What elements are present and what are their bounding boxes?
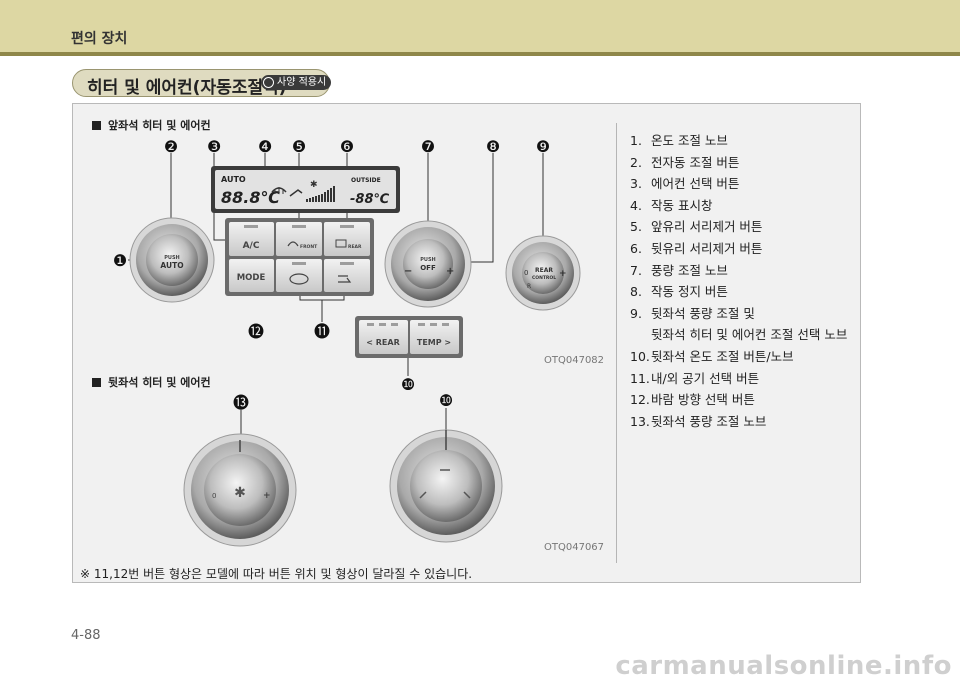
svg-text:FRONT: FRONT bbox=[300, 244, 318, 250]
display-outside: OUTSIDE bbox=[351, 177, 381, 184]
callout-2: ❷ bbox=[164, 137, 178, 156]
minus-icon: − bbox=[404, 266, 412, 277]
callout-12: ⓬ bbox=[248, 322, 264, 341]
list-item: 10. 뒷좌석 온도 조절 버튼/노브 bbox=[630, 348, 794, 364]
button-mode[interactable]: MODE bbox=[229, 259, 274, 292]
list-item: 5. 앞유리 서리제거 버튼 bbox=[630, 219, 763, 235]
zero-mark: 0 bbox=[212, 492, 216, 500]
page-number: 4-88 bbox=[71, 628, 101, 643]
button-rear-temp[interactable]: TEMP > bbox=[410, 320, 459, 354]
callout-5: ❺ bbox=[292, 137, 306, 156]
display-temp: 88.8℃ bbox=[221, 188, 280, 207]
svg-text:0: 0 bbox=[524, 269, 528, 277]
svg-text:MODE: MODE bbox=[237, 273, 266, 283]
plus-icon: + bbox=[559, 269, 567, 279]
callout-11: ⓫ bbox=[314, 322, 330, 341]
button-air-intake[interactable] bbox=[276, 259, 322, 292]
legend-list: 1. 온도 조절 노브 2. 전자동 조절 버튼 3. 에어컨 선택 버튼 4.… bbox=[630, 130, 855, 432]
callout-4: ❹ bbox=[258, 137, 272, 156]
callout-1: ❶ bbox=[113, 251, 127, 270]
callout-9: ❾ bbox=[536, 137, 550, 156]
button-fresh-air[interactable] bbox=[324, 259, 370, 292]
svg-text:< REAR: < REAR bbox=[366, 338, 399, 347]
list-item: 13. 뒷좌석 풍량 조절 노브 bbox=[630, 413, 767, 429]
list-item: 1. 온도 조절 노브 bbox=[630, 133, 728, 148]
list-item: 8. 작동 정지 버튼 bbox=[630, 284, 728, 300]
button-ac[interactable]: A/C bbox=[229, 222, 274, 256]
svg-text:AUTO: AUTO bbox=[160, 261, 183, 270]
svg-text:TEMP >: TEMP > bbox=[417, 338, 451, 347]
button-front-defrost[interactable]: FRONT bbox=[276, 222, 322, 256]
display-outside-temp: -88℃ bbox=[350, 192, 389, 207]
svg-text:REAR: REAR bbox=[535, 267, 553, 274]
callout-3: ❸ bbox=[207, 137, 221, 156]
list-item: 7. 풍량 조절 노브 bbox=[630, 262, 728, 278]
list-item: 뒷좌석 히터 및 에어컨 조절 선택 노브 bbox=[650, 327, 848, 343]
rear-control-knob[interactable]: REAR CONTROL 0 R + bbox=[505, 235, 581, 311]
list-item: 11. 내/외 공기 선택 버튼 bbox=[630, 370, 760, 386]
callout-10-rear: ❿ bbox=[439, 391, 453, 410]
display-auto: AUTO bbox=[221, 175, 246, 184]
svg-text:OFF: OFF bbox=[420, 264, 436, 272]
fan-icon: ✱ bbox=[234, 485, 246, 501]
footnote: ※ 11,12번 버튼 형상은 모델에 따라 버튼 위치 및 형상이 달라질 수… bbox=[80, 567, 473, 581]
callout-10-front: ❿ bbox=[401, 375, 415, 394]
svg-text:PUSH: PUSH bbox=[420, 257, 436, 263]
rear-temp-knob[interactable] bbox=[389, 429, 503, 543]
rear-fan-knob[interactable]: ✱ 0 + bbox=[183, 433, 297, 547]
plus-icon: + bbox=[446, 266, 454, 277]
callout-6: ❻ bbox=[340, 137, 354, 156]
watermark: carmanualsonline.info bbox=[615, 651, 952, 681]
svg-text:CONTROL: CONTROL bbox=[532, 275, 556, 281]
fan-display-icon: ✱ bbox=[310, 180, 318, 190]
plus-icon: + bbox=[263, 491, 271, 501]
button-rear-defrost[interactable]: REAR bbox=[324, 222, 370, 256]
list-item: 2. 전자동 조절 버튼 bbox=[630, 154, 740, 170]
list-item: 3. 에어컨 선택 버튼 bbox=[630, 176, 740, 192]
svg-text:REAR: REAR bbox=[348, 244, 362, 250]
temp-knob[interactable]: PUSH AUTO bbox=[129, 217, 215, 303]
fan-speed-knob[interactable]: PUSH OFF − + bbox=[384, 220, 472, 308]
callout-13: ⓭ bbox=[233, 393, 249, 412]
callout-8: ❽ bbox=[486, 137, 500, 156]
svg-text:R: R bbox=[527, 283, 531, 290]
svg-text:A/C: A/C bbox=[243, 241, 260, 251]
list-item: 12. 바람 방향 선택 버튼 bbox=[630, 392, 755, 408]
button-rear-select[interactable]: < REAR bbox=[359, 320, 408, 354]
list-item: 4. 작동 표시창 bbox=[630, 197, 713, 213]
list-item: 6. 뒷유리 서리제거 버튼 bbox=[630, 240, 763, 256]
callout-7: ❼ bbox=[421, 137, 435, 156]
list-item: 9. 뒷좌석 풍량 조절 및 bbox=[630, 305, 755, 321]
